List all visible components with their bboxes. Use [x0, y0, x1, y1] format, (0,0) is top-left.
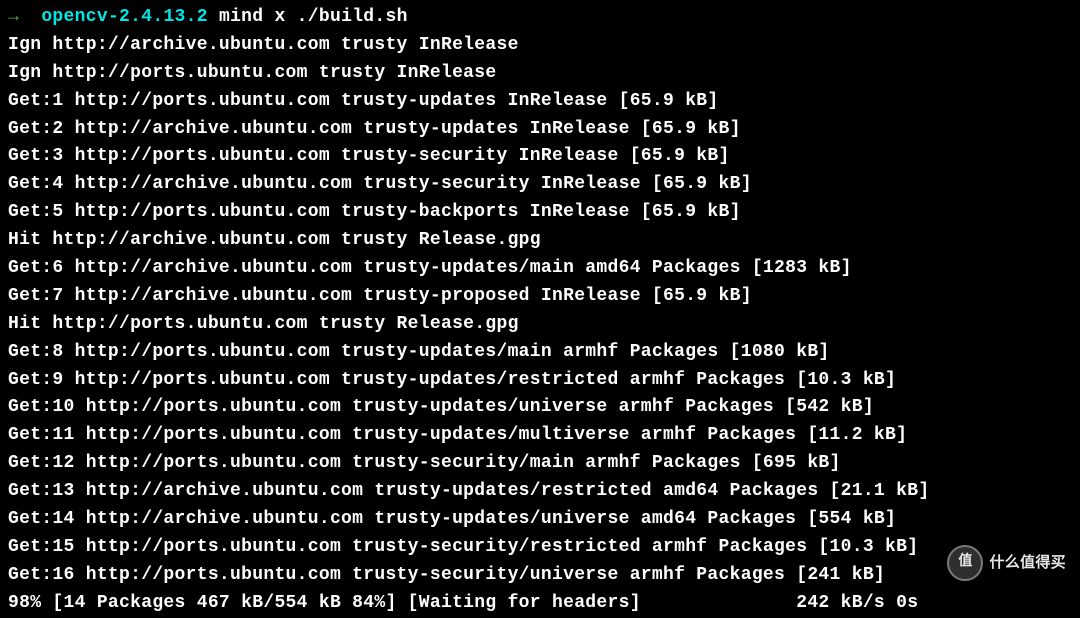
terminal-output-line: Get:16 http://ports.ubuntu.com trusty-se… [8, 562, 1072, 590]
terminal-output-line: Get:1 http://ports.ubuntu.com trusty-upd… [8, 88, 1072, 116]
prompt-command: mind x ./build.sh [219, 7, 408, 27]
terminal-output-line: Get:9 http://ports.ubuntu.com trusty-upd… [8, 367, 1072, 395]
terminal-output-line: Ign http://archive.ubuntu.com trusty InR… [8, 32, 1072, 60]
prompt-directory: opencv-2.4.13.2 [41, 7, 208, 27]
terminal-output-line: Get:7 http://archive.ubuntu.com trusty-p… [8, 283, 1072, 311]
terminal-output-line: Get:11 http://ports.ubuntu.com trusty-up… [8, 422, 1072, 450]
terminal-output-line: Get:15 http://ports.ubuntu.com trusty-se… [8, 534, 1072, 562]
watermark-badge-icon: 值 [947, 545, 983, 581]
terminal-output-line: Get:12 http://ports.ubuntu.com trusty-se… [8, 450, 1072, 478]
watermark: 值 什么值得买 [947, 545, 1066, 581]
terminal-output-line: Get:4 http://archive.ubuntu.com trusty-s… [8, 171, 1072, 199]
terminal-output-line: Get:8 http://ports.ubuntu.com trusty-upd… [8, 339, 1072, 367]
terminal-output-line: Get:5 http://ports.ubuntu.com trusty-bac… [8, 199, 1072, 227]
watermark-text: 什么值得买 [989, 551, 1066, 574]
terminal-prompt[interactable]: → opencv-2.4.13.2 mind x ./build.sh [8, 4, 1072, 32]
terminal-output-line: Get:6 http://archive.ubuntu.com trusty-u… [8, 255, 1072, 283]
terminal-output-line: Hit http://ports.ubuntu.com trusty Relea… [8, 311, 1072, 339]
terminal-output-line: Get:13 http://archive.ubuntu.com trusty-… [8, 478, 1072, 506]
terminal-output-line: Ign http://ports.ubuntu.com trusty InRel… [8, 60, 1072, 88]
terminal-output-line: Get:3 http://ports.ubuntu.com trusty-sec… [8, 143, 1072, 171]
terminal-progress-line: 98% [14 Packages 467 kB/554 kB 84%] [Wai… [8, 590, 1072, 618]
terminal-output-line: Get:10 http://ports.ubuntu.com trusty-up… [8, 394, 1072, 422]
terminal-output-line: Hit http://archive.ubuntu.com trusty Rel… [8, 227, 1072, 255]
terminal-output-line: Get:2 http://archive.ubuntu.com trusty-u… [8, 116, 1072, 144]
prompt-arrow: → [8, 7, 19, 27]
terminal-output-line: Get:14 http://archive.ubuntu.com trusty-… [8, 506, 1072, 534]
